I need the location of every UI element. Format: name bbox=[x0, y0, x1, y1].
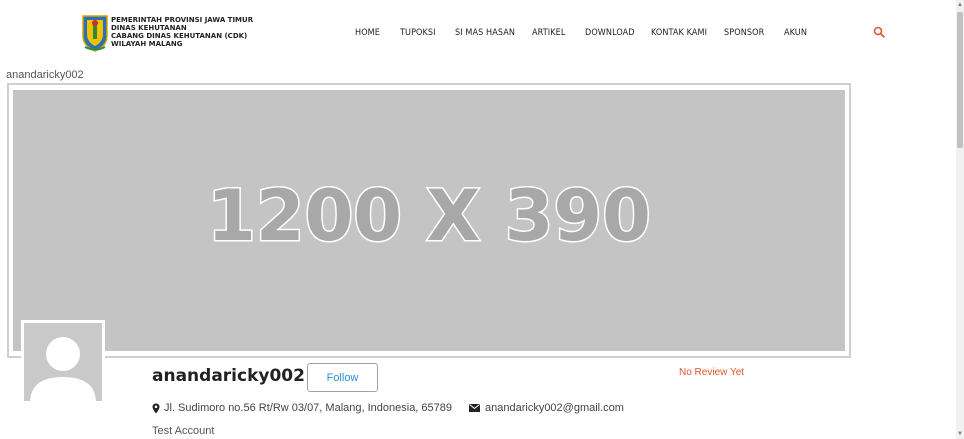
profile-bio: Test Account bbox=[152, 425, 215, 437]
cover-placeholder: 1200 X 390 bbox=[206, 174, 653, 259]
default-avatar-icon bbox=[24, 323, 102, 401]
nav-item-sponsor[interactable]: SPONSOR bbox=[724, 28, 764, 38]
nav-item-artikel[interactable]: ARTIKEL bbox=[532, 28, 565, 38]
email-row: anandaricky002@gmail.com bbox=[469, 402, 624, 414]
logo-emblem-icon[interactable] bbox=[80, 14, 110, 52]
nav-item-akun[interactable]: AKUN bbox=[784, 28, 807, 38]
cover-image: 1200 X 390 bbox=[13, 90, 845, 351]
page-username-label: anandaricky002 bbox=[6, 69, 84, 81]
address-text: Jl. Sudimoro no.56 Rt/Rw 03/07, Malang, … bbox=[164, 402, 453, 414]
email-text[interactable]: anandaricky002@gmail.com bbox=[485, 402, 624, 414]
follow-button[interactable]: Follow bbox=[307, 363, 378, 392]
cover-placeholder-text: 1200 X 390 bbox=[207, 175, 651, 257]
map-pin-icon bbox=[152, 403, 160, 413]
envelope-icon bbox=[469, 404, 480, 412]
nav-item-kontak-kami[interactable]: KONTAK KAMI bbox=[651, 28, 707, 38]
scrollbar[interactable]: ▲ ▼ bbox=[956, 0, 964, 439]
nav-item-download[interactable]: DOWNLOAD bbox=[585, 28, 635, 38]
nav-item-tupoksi[interactable]: TUPOKSI bbox=[400, 28, 436, 38]
logo-line: DINAS KEHUTANAN bbox=[111, 24, 187, 32]
scrollbar-thumb[interactable] bbox=[957, 12, 963, 148]
scroll-down-arrow-icon[interactable]: ▼ bbox=[956, 429, 964, 439]
search-icon[interactable] bbox=[873, 26, 885, 38]
scroll-up-arrow-icon[interactable]: ▲ bbox=[956, 0, 964, 10]
logo-line: CABANG DINAS KEHUTANAN (CDK) bbox=[111, 32, 248, 40]
avatar[interactable] bbox=[21, 320, 105, 404]
site-header: PEMERINTAH PROVINSI JAWA TIMUR DINAS KEH… bbox=[0, 0, 956, 68]
page: PEMERINTAH PROVINSI JAWA TIMUR DINAS KEH… bbox=[0, 0, 964, 439]
address-row: Jl. Sudimoro no.56 Rt/Rw 03/07, Malang, … bbox=[152, 402, 452, 414]
logo-line: WILAYAH MALANG bbox=[111, 40, 183, 48]
logo-line: PEMERINTAH PROVINSI JAWA TIMUR bbox=[111, 16, 254, 24]
nav-item-si-mas-hasan[interactable]: SI MAS HASAN bbox=[455, 28, 515, 38]
logo-text: PEMERINTAH PROVINSI JAWA TIMUR DINAS KEH… bbox=[111, 16, 253, 48]
nav-item-home[interactable]: HOME bbox=[355, 28, 380, 38]
profile-username: anandaricky002 bbox=[152, 366, 305, 386]
review-status: No Review Yet bbox=[679, 367, 745, 378]
